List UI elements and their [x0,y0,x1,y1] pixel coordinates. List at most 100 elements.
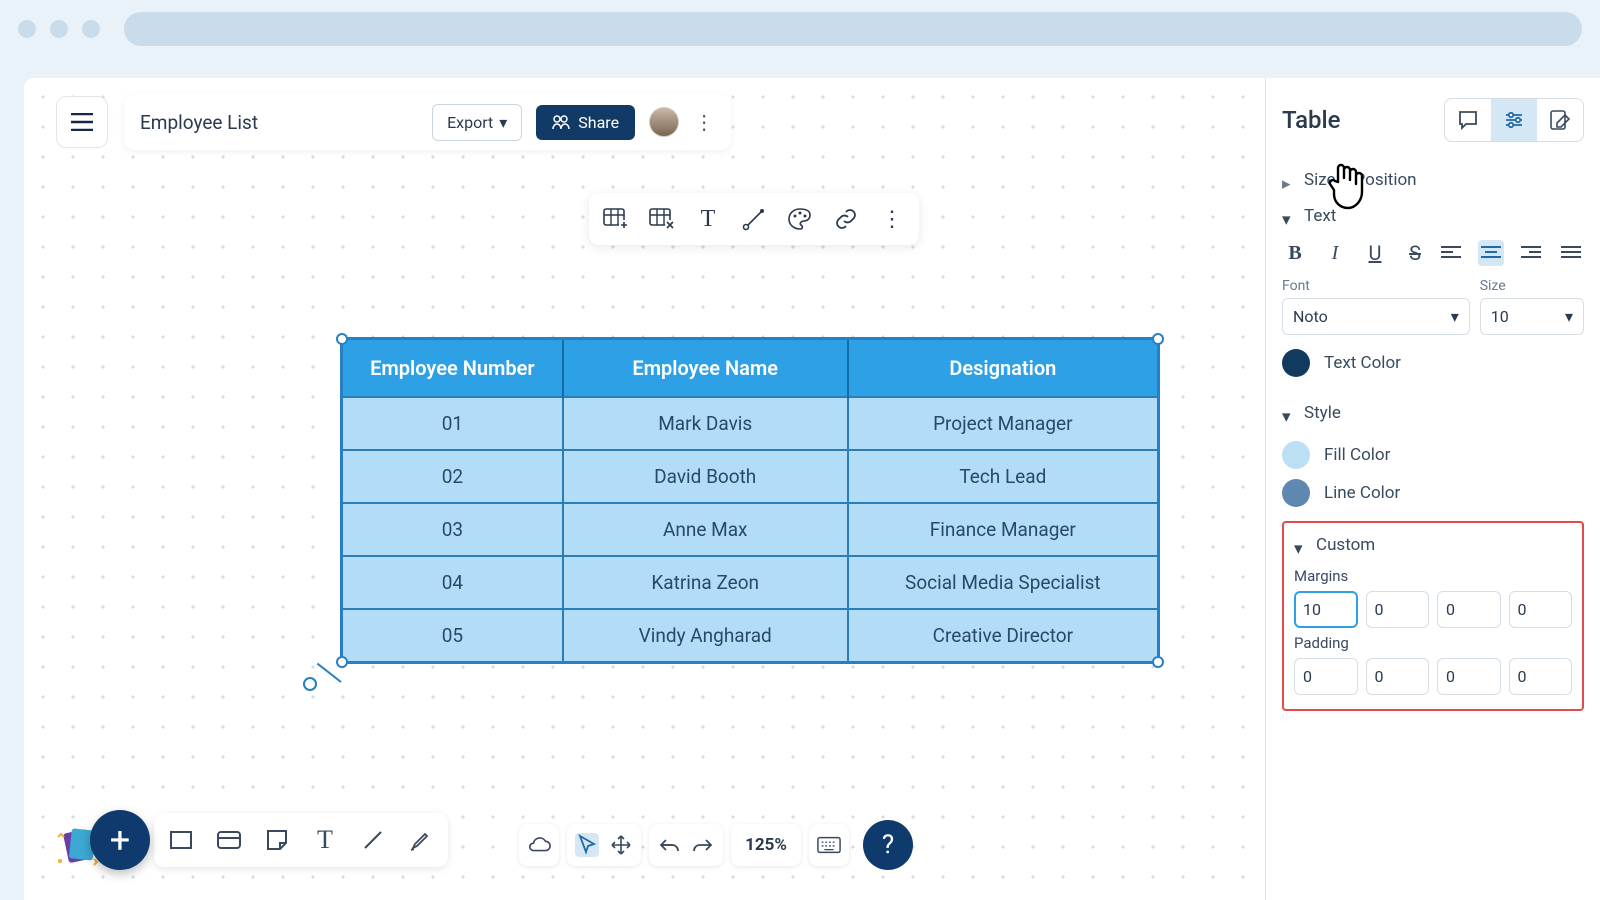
line-color-label: Line Color [1324,483,1400,503]
size-select[interactable]: 10 ▾ [1480,298,1584,335]
padding-left-input[interactable] [1509,658,1573,695]
text-tool-icon[interactable]: T [695,206,721,232]
padding-bottom-input[interactable] [1437,658,1501,695]
connector-icon[interactable] [741,206,767,232]
document-header: Employee List Export ▾ Share ⋮ [124,94,731,150]
help-button[interactable]: ? [863,820,913,870]
align-left-button[interactable] [1438,240,1464,266]
link-icon[interactable] [833,206,859,232]
table-row[interactable]: 05Vindy AngharadCreative Director [343,609,1157,661]
cloud-sync-icon[interactable] [527,833,551,857]
align-center-button[interactable] [1478,240,1504,266]
share-button[interactable]: Share [536,105,635,140]
section-size-position[interactable]: Size & Position [1282,162,1584,198]
table-header[interactable]: Employee Name [563,340,848,397]
table-cell[interactable]: Creative Director [848,609,1157,661]
table-row[interactable]: 03Anne MaxFinance Manager [343,503,1157,556]
select-cursor-icon[interactable] [575,833,599,857]
table-cell[interactable]: Project Manager [848,397,1157,450]
margin-top-input[interactable] [1294,591,1358,628]
section-label: Text [1304,206,1336,226]
margin-left-input[interactable] [1509,591,1573,628]
document-title[interactable]: Employee List [140,111,418,134]
insert-table-icon[interactable] [603,206,629,232]
resize-handle-tr[interactable] [1152,333,1164,345]
italic-button[interactable]: I [1322,240,1348,266]
color-palette-icon[interactable] [787,206,813,232]
bold-button[interactable]: B [1282,240,1308,266]
tab-edit[interactable] [1537,99,1583,141]
shape-tools-bar: T [154,813,448,867]
redo-icon[interactable] [691,833,715,857]
size-value: 10 [1491,307,1509,326]
user-avatar[interactable] [649,107,679,137]
add-shape-fab[interactable]: + [90,810,150,870]
table-cell[interactable]: Anne Max [563,503,848,556]
table-row[interactable]: 01Mark DavisProject Manager [343,397,1157,450]
rotate-handle[interactable] [303,677,317,691]
section-style[interactable]: Style [1282,395,1584,431]
zoom-level[interactable]: 125% [731,824,801,866]
table-cell[interactable]: Tech Lead [848,450,1157,503]
section-text[interactable]: Text [1282,198,1584,234]
resize-handle-tl[interactable] [336,333,348,345]
table-cell[interactable]: Finance Manager [848,503,1157,556]
align-right-button[interactable] [1518,240,1544,266]
padding-top-input[interactable] [1294,658,1358,695]
sticky-note-tool-icon[interactable] [264,827,290,853]
table-cell[interactable]: Vindy Angharad [563,609,848,661]
undo-icon[interactable] [657,833,681,857]
table-cell[interactable]: 05 [343,609,563,661]
table-cell[interactable]: 02 [343,450,563,503]
table-delete-icon[interactable] [649,206,675,232]
section-custom[interactable]: Custom [1294,533,1572,561]
pan-cursor-icon[interactable] [609,833,633,857]
more-menu-button[interactable]: ⋮ [693,110,715,134]
employee-table[interactable]: Employee Number Employee Name Designatio… [343,340,1157,661]
padding-right-input[interactable] [1366,658,1430,695]
highlighter-tool-icon[interactable] [408,827,434,853]
fill-color-label: Fill Color [1324,445,1390,465]
margin-right-input[interactable] [1366,591,1430,628]
card-tool-icon[interactable] [216,827,242,853]
toolbar-more-icon[interactable]: ⋮ [879,206,905,232]
resize-handle-bl[interactable] [336,656,348,668]
tab-properties[interactable] [1491,99,1537,141]
rectangle-tool-icon[interactable] [168,827,194,853]
export-label: Export [447,113,493,132]
text-tool-icon[interactable]: T [312,827,338,853]
browser-dot [82,20,100,38]
browser-url-bar[interactable] [124,12,1582,46]
tab-comments[interactable] [1445,99,1491,141]
margin-bottom-input[interactable] [1437,591,1501,628]
table-cell[interactable]: Katrina Zeon [563,556,848,609]
line-color-swatch[interactable] [1282,479,1310,507]
caret-down-icon [1282,210,1294,222]
table-header[interactable]: Designation [848,340,1157,397]
table-row[interactable]: 04Katrina ZeonSocial Media Specialist [343,556,1157,609]
text-color-swatch[interactable] [1282,349,1310,377]
table-cell[interactable]: 01 [343,397,563,450]
table-row[interactable]: 02David BoothTech Lead [343,450,1157,503]
canvas[interactable]: Employee List Export ▾ Share ⋮ T [24,78,1265,900]
main-menu-button[interactable] [56,96,108,148]
table-cell[interactable]: Mark Davis [563,397,848,450]
line-tool-icon[interactable] [360,827,386,853]
table-cell[interactable]: 04 [343,556,563,609]
sidebar-title: Table [1282,106,1340,134]
selected-table[interactable]: Employee Number Employee Name Designatio… [340,337,1160,664]
users-icon [552,114,570,130]
resize-handle-br[interactable] [1152,656,1164,668]
table-cell[interactable]: Social Media Specialist [848,556,1157,609]
align-justify-button[interactable] [1558,240,1584,266]
table-cell[interactable]: David Booth [563,450,848,503]
keyboard-icon[interactable] [817,833,841,857]
underline-button[interactable]: U [1362,240,1388,266]
table-header[interactable]: Employee Number [343,340,563,397]
export-button[interactable]: Export ▾ [432,104,522,141]
size-label: Size [1480,278,1584,294]
table-cell[interactable]: 03 [343,503,563,556]
fill-color-swatch[interactable] [1282,441,1310,469]
strikethrough-button[interactable]: S [1402,240,1428,266]
font-select[interactable]: Noto ▾ [1282,298,1470,335]
